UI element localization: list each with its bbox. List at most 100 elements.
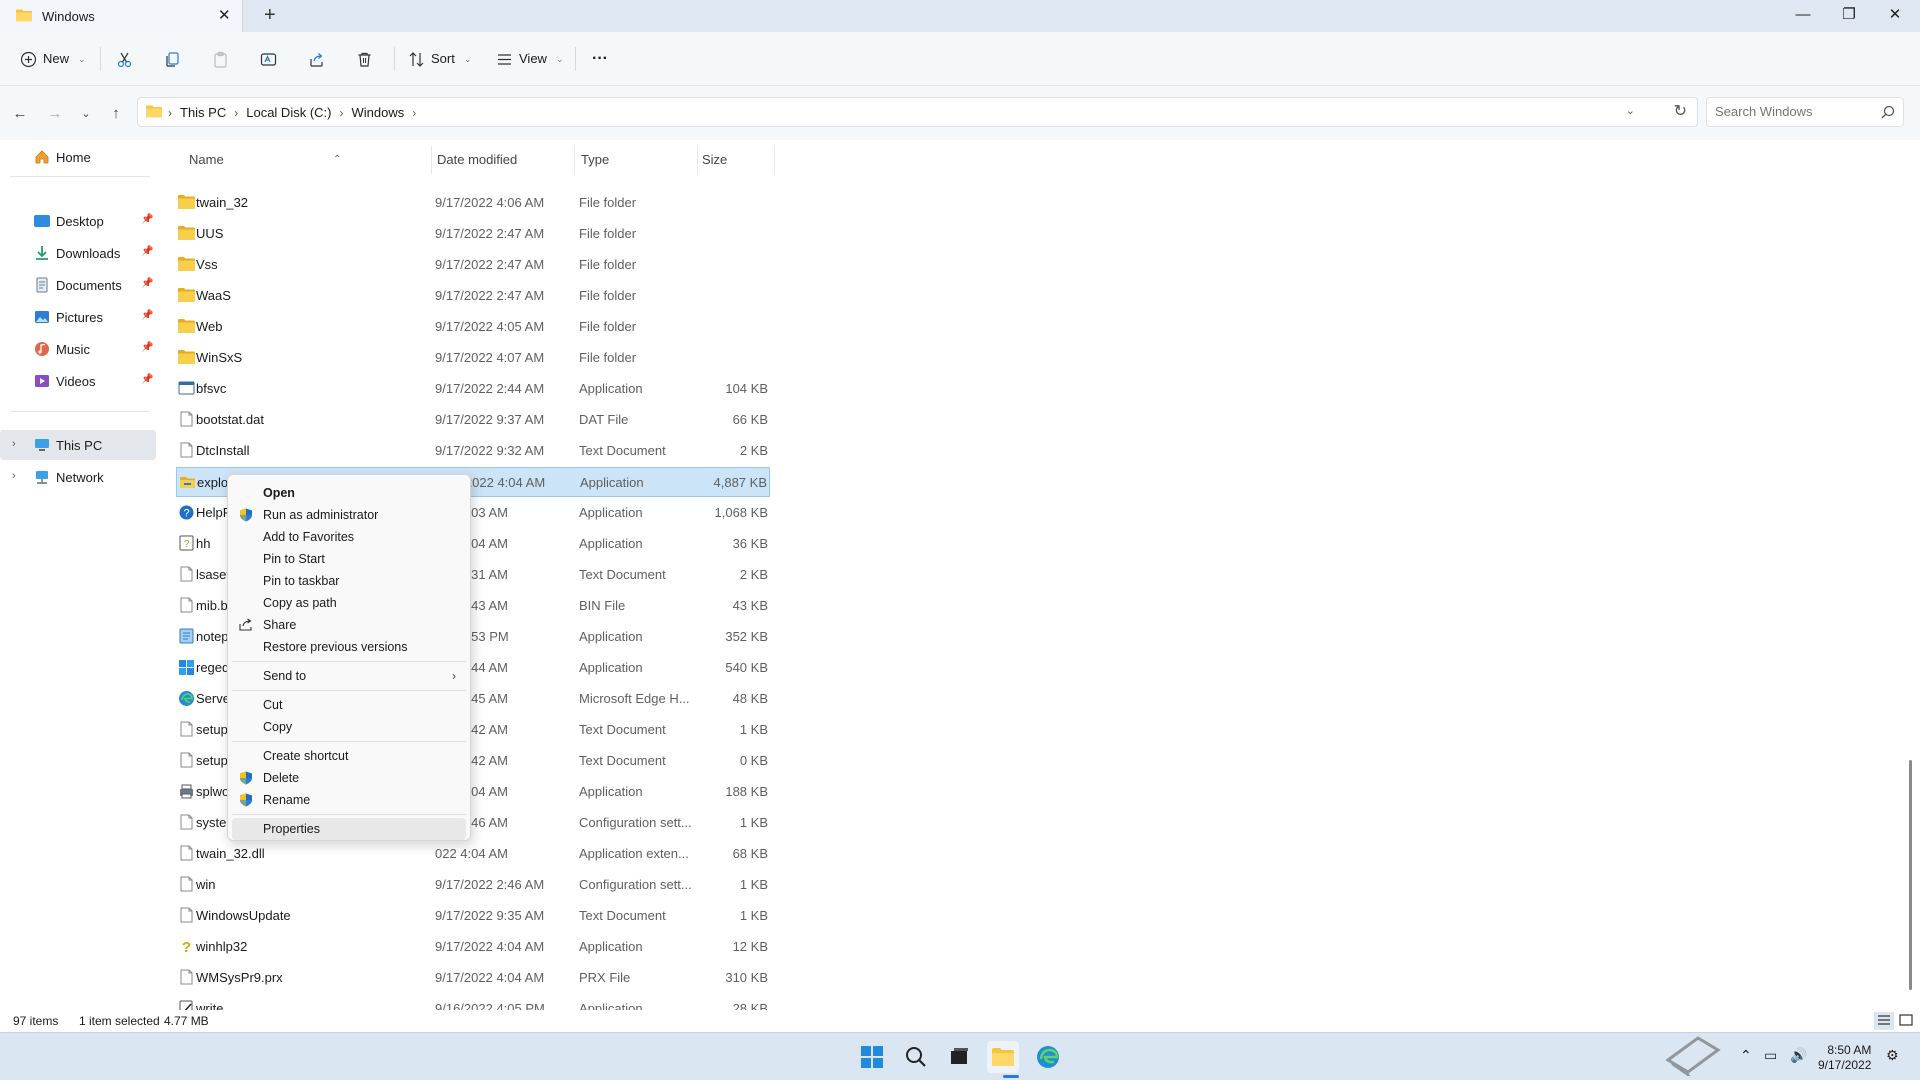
chevron-right-icon[interactable]: › [12, 470, 16, 482]
pin-icon[interactable]: 📌 [141, 374, 153, 385]
table-row[interactable]: ? winhlp32 9/17/2022 4:04 AM Application 12 … [176, 932, 770, 962]
chevron-up-icon[interactable]: ⌃ [1740, 1047, 1752, 1064]
menu-item-open[interactable]: Open [232, 482, 466, 504]
close-window-button[interactable]: ✕ [1872, 0, 1918, 32]
search-icon[interactable] [1881, 105, 1895, 119]
back-arrow-icon[interactable]: ← [10, 104, 30, 124]
sidebar-item-downloads[interactable]: Downloads 📌 [0, 238, 156, 268]
table-row[interactable]: WindowsUpdate 9/17/2022 9:35 AM Text Docum… [176, 901, 770, 931]
column-header-name[interactable]: Name ⌃ [189, 146, 341, 174]
table-row[interactable]: Vss 9/17/2022 2:47 AM File folder [176, 250, 770, 280]
menu-item-share[interactable]: Share [232, 614, 466, 636]
pin-icon[interactable]: 📌 [141, 214, 153, 225]
table-row[interactable]: WaaS 9/17/2022 2:47 AM File folder [176, 281, 770, 311]
notification-icon[interactable]: ⚙ [1886, 1047, 1899, 1064]
start-windows-icon[interactable] [856, 1041, 888, 1073]
table-row[interactable]: bootstat.dat 9/17/2022 9:37 AM DAT File 66 … [176, 405, 770, 435]
chevron-right-icon[interactable]: › [412, 106, 416, 120]
table-row[interactable]: win 9/17/2022 2:46 AM Configuration sett..… [176, 870, 770, 900]
refresh-icon[interactable]: ↻ [1674, 101, 1687, 121]
volume-icon[interactable]: 🔊 [1790, 1047, 1807, 1064]
up-arrow-icon[interactable]: ↑ [106, 104, 126, 124]
chevron-right-icon[interactable]: › [234, 106, 238, 120]
view-button[interactable]: View ⌄ [496, 46, 564, 72]
minimize-button[interactable]: — [1780, 0, 1826, 32]
table-row[interactable]: twain_32 9/17/2022 4:06 AM File folder [176, 188, 770, 218]
close-tab-button[interactable]: ✕ [218, 6, 231, 24]
table-row[interactable]: DtcInstall 9/17/2022 9:32 AM Text Document… [176, 436, 770, 466]
sidebar-item-documents[interactable]: Documents 📌 [0, 270, 156, 300]
sort-button[interactable]: Sort ⌄ [408, 46, 471, 72]
menu-item-rename[interactable]: Rename [232, 789, 466, 811]
menu-item-properties[interactable]: Properties [232, 818, 466, 840]
edge-browser-icon[interactable] [1032, 1041, 1064, 1073]
search-icon[interactable] [900, 1041, 932, 1073]
menu-item-cut[interactable]: Cut [232, 694, 466, 716]
menu-item-restore-previous-versions[interactable]: Restore previous versions [232, 636, 466, 658]
menu-item-copy-as-path[interactable]: Copy as path [232, 592, 466, 614]
sidebar-item-home[interactable]: Home [0, 142, 156, 172]
menu-item-delete[interactable]: Delete [232, 767, 466, 789]
menu-item-create-shortcut[interactable]: Create shortcut [232, 745, 466, 767]
column-divider[interactable] [697, 146, 698, 174]
file-explorer-icon[interactable] [987, 1041, 1019, 1073]
new-tab-button[interactable]: + [264, 4, 276, 27]
task-view-icon[interactable] [943, 1041, 975, 1073]
chevron-right-icon[interactable]: › [12, 438, 16, 450]
more-options-button[interactable]: ··· [592, 46, 608, 72]
menu-item-pin-to-taskbar[interactable]: Pin to taskbar [232, 570, 466, 592]
new-button[interactable]: New ⌄ [20, 46, 86, 72]
clock[interactable]: 8:50 AM 9/17/2022 [1818, 1043, 1871, 1073]
paste-button[interactable] [212, 46, 229, 72]
table-row[interactable]: bfsvc 9/17/2022 2:44 AM Application 104 KB [176, 374, 770, 404]
recent-locations-chevron-icon[interactable]: ⌄ [76, 104, 96, 124]
menu-item-send-to[interactable]: Send to › [232, 665, 466, 687]
breadcrumb-windows[interactable]: Windows [351, 105, 404, 120]
pin-icon[interactable]: 📌 [141, 342, 153, 353]
breadcrumb-this-pc[interactable]: This PC [180, 105, 226, 120]
rename-button[interactable] [260, 46, 277, 72]
share-button[interactable] [308, 46, 325, 72]
delete-button[interactable] [356, 46, 373, 72]
sidebar-item-network[interactable]: › Network [0, 462, 156, 492]
menu-item-add-to-favorites[interactable]: Add to Favorites [232, 526, 466, 548]
pin-icon[interactable]: 📌 [141, 246, 153, 257]
menu-item-copy[interactable]: Copy [232, 716, 466, 738]
table-row[interactable]: UUS 9/17/2022 2:47 AM File folder [176, 219, 770, 249]
address-bar[interactable]: › This PC › Local Disk (C:) › Windows › … [137, 97, 1698, 127]
sidebar-item-videos[interactable]: Videos 📌 [0, 366, 156, 396]
tiles-view-icon[interactable] [1896, 1012, 1916, 1030]
table-row[interactable]: WinSxS 9/17/2022 4:07 AM File folder [176, 343, 770, 373]
file-type: Application [580, 475, 644, 490]
column-header-size[interactable]: Size [702, 146, 727, 174]
chevron-right-icon[interactable]: › [339, 106, 343, 120]
menu-item-pin-to-start[interactable]: Pin to Start [232, 548, 466, 570]
column-divider[interactable] [431, 146, 432, 174]
copy-button[interactable] [164, 46, 181, 72]
sidebar-item-pictures[interactable]: Pictures 📌 [0, 302, 156, 332]
pin-icon[interactable]: 📌 [141, 310, 153, 321]
restore-button[interactable]: ❐ [1826, 0, 1872, 32]
menu-item-run-as-administrator[interactable]: Run as administrator [232, 504, 466, 526]
sidebar-item-music[interactable]: Music 📌 [0, 334, 156, 364]
search-input[interactable] [1715, 104, 1875, 119]
search-box[interactable] [1706, 97, 1904, 127]
table-row[interactable]: twain_32.dll 022 4:04 AM Application exten… [176, 839, 770, 869]
chevron-down-icon[interactable]: ⌄ [1626, 104, 1635, 117]
details-view-icon[interactable] [1874, 1012, 1894, 1030]
vertical-scrollbar[interactable] [1909, 760, 1912, 990]
column-header-type[interactable]: Type [581, 146, 609, 174]
column-divider[interactable] [574, 146, 575, 174]
breadcrumb-local-disk[interactable]: Local Disk (C:) [246, 105, 331, 120]
sidebar-item-desktop[interactable]: Desktop 📌 [0, 206, 156, 236]
tab-windows[interactable]: Windows ✕ [0, 0, 243, 32]
forward-arrow-icon[interactable]: → [45, 104, 65, 124]
sidebar-item-this-pc[interactable]: › This PC [0, 430, 156, 460]
cut-button[interactable] [116, 46, 133, 72]
column-divider[interactable] [774, 146, 775, 174]
column-header-date[interactable]: Date modified [437, 146, 517, 174]
pin-icon[interactable]: 📌 [141, 278, 153, 289]
table-row[interactable]: WMSysPr9.prx 9/17/2022 4:04 AM PRX File 310… [176, 963, 770, 993]
network-status-icon[interactable]: ▭ [1764, 1047, 1777, 1064]
table-row[interactable]: Web 9/17/2022 4:05 AM File folder [176, 312, 770, 342]
